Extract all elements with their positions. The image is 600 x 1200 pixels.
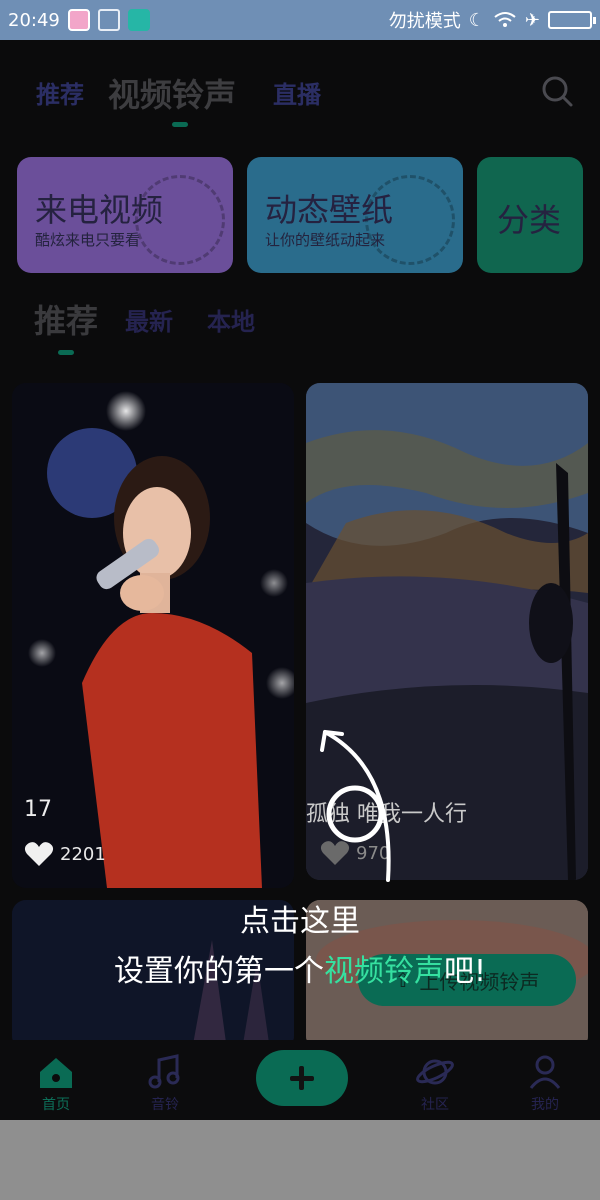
add-button[interactable]	[256, 1050, 348, 1106]
nav-music[interactable]: 音铃	[130, 1052, 200, 1114]
search-icon[interactable]	[540, 74, 574, 108]
feature-card-category[interactable]: 分类	[477, 157, 583, 273]
subtab-recommend[interactable]: 推荐	[34, 296, 98, 342]
feature-title: 来电视频	[35, 191, 164, 229]
planet-icon	[416, 1059, 454, 1085]
subtab-indicator	[58, 350, 74, 355]
nav-label: 我的	[531, 1097, 559, 1113]
hint-suffix: 吧!	[443, 954, 487, 989]
app-icon	[67, 9, 90, 31]
active-tab-indicator	[172, 122, 188, 127]
subtab-latest[interactable]: 最新	[125, 302, 173, 337]
nav-community[interactable]: 社区	[400, 1052, 470, 1114]
app-screen: 20:49 勿扰模式 ☾ ✈ 推荐 视频铃声 直播 来电视频 酷炫来电只要看 动…	[0, 0, 600, 1120]
video-thumbnail-singer	[12, 383, 294, 888]
feature-subtitle: 酷炫来电只要看	[35, 231, 141, 249]
music-icon	[148, 1054, 180, 1089]
status-bar: 20:49 勿扰模式 ☾ ✈	[0, 0, 600, 40]
feature-title: 动态壁纸	[265, 191, 394, 229]
like-number: 2201	[60, 843, 106, 865]
video-title: 17	[24, 797, 52, 822]
hint-prefix: 设置你的第一个	[113, 954, 324, 989]
heart-icon[interactable]	[24, 841, 54, 867]
system-nav-area	[0, 1120, 600, 1200]
hint-line-2: 设置你的第一个视频铃声吧!	[0, 946, 600, 990]
feature-card-live-wallpaper[interactable]: 动态壁纸 让你的壁纸动起来	[247, 157, 463, 273]
home-icon	[40, 1058, 72, 1088]
airplane-icon: ✈	[524, 9, 540, 31]
wifi-icon	[494, 12, 516, 27]
like-count: 2201	[24, 841, 106, 867]
bag-icon	[97, 9, 120, 31]
tab-live[interactable]: 直播	[273, 75, 321, 110]
tab-recommend[interactable]: 推荐	[36, 75, 84, 110]
user-icon	[529, 1055, 561, 1089]
hint-highlight: 视频铃声	[323, 954, 444, 989]
nav-label: 社区	[421, 1097, 449, 1113]
hint-line-1: 点击这里	[240, 904, 360, 939]
feature-card-call-video[interactable]: 来电视频 酷炫来电只要看	[17, 157, 233, 273]
nav-label: 音铃	[151, 1097, 179, 1113]
video-card-1[interactable]: 17 2201	[12, 383, 294, 888]
nav-mine[interactable]: 我的	[510, 1052, 580, 1114]
feature-subtitle: 让你的壁纸动起来	[265, 231, 386, 249]
status-time: 20:49	[8, 9, 60, 31]
moon-icon: ☾	[468, 9, 485, 31]
top-tabs: 推荐 视频铃声 直播	[0, 60, 600, 130]
feature-title: 分类	[497, 201, 562, 239]
nav-label: 首页	[42, 1097, 70, 1113]
usb-icon	[127, 9, 150, 31]
dnd-label: 勿扰模式	[388, 11, 461, 32]
tab-video-ringtone[interactable]: 视频铃声	[108, 70, 236, 116]
nav-home[interactable]: 首页	[21, 1052, 91, 1114]
subtab-local[interactable]: 本地	[207, 302, 255, 337]
battery-icon	[548, 11, 596, 29]
tutorial-arrow	[320, 730, 391, 882]
